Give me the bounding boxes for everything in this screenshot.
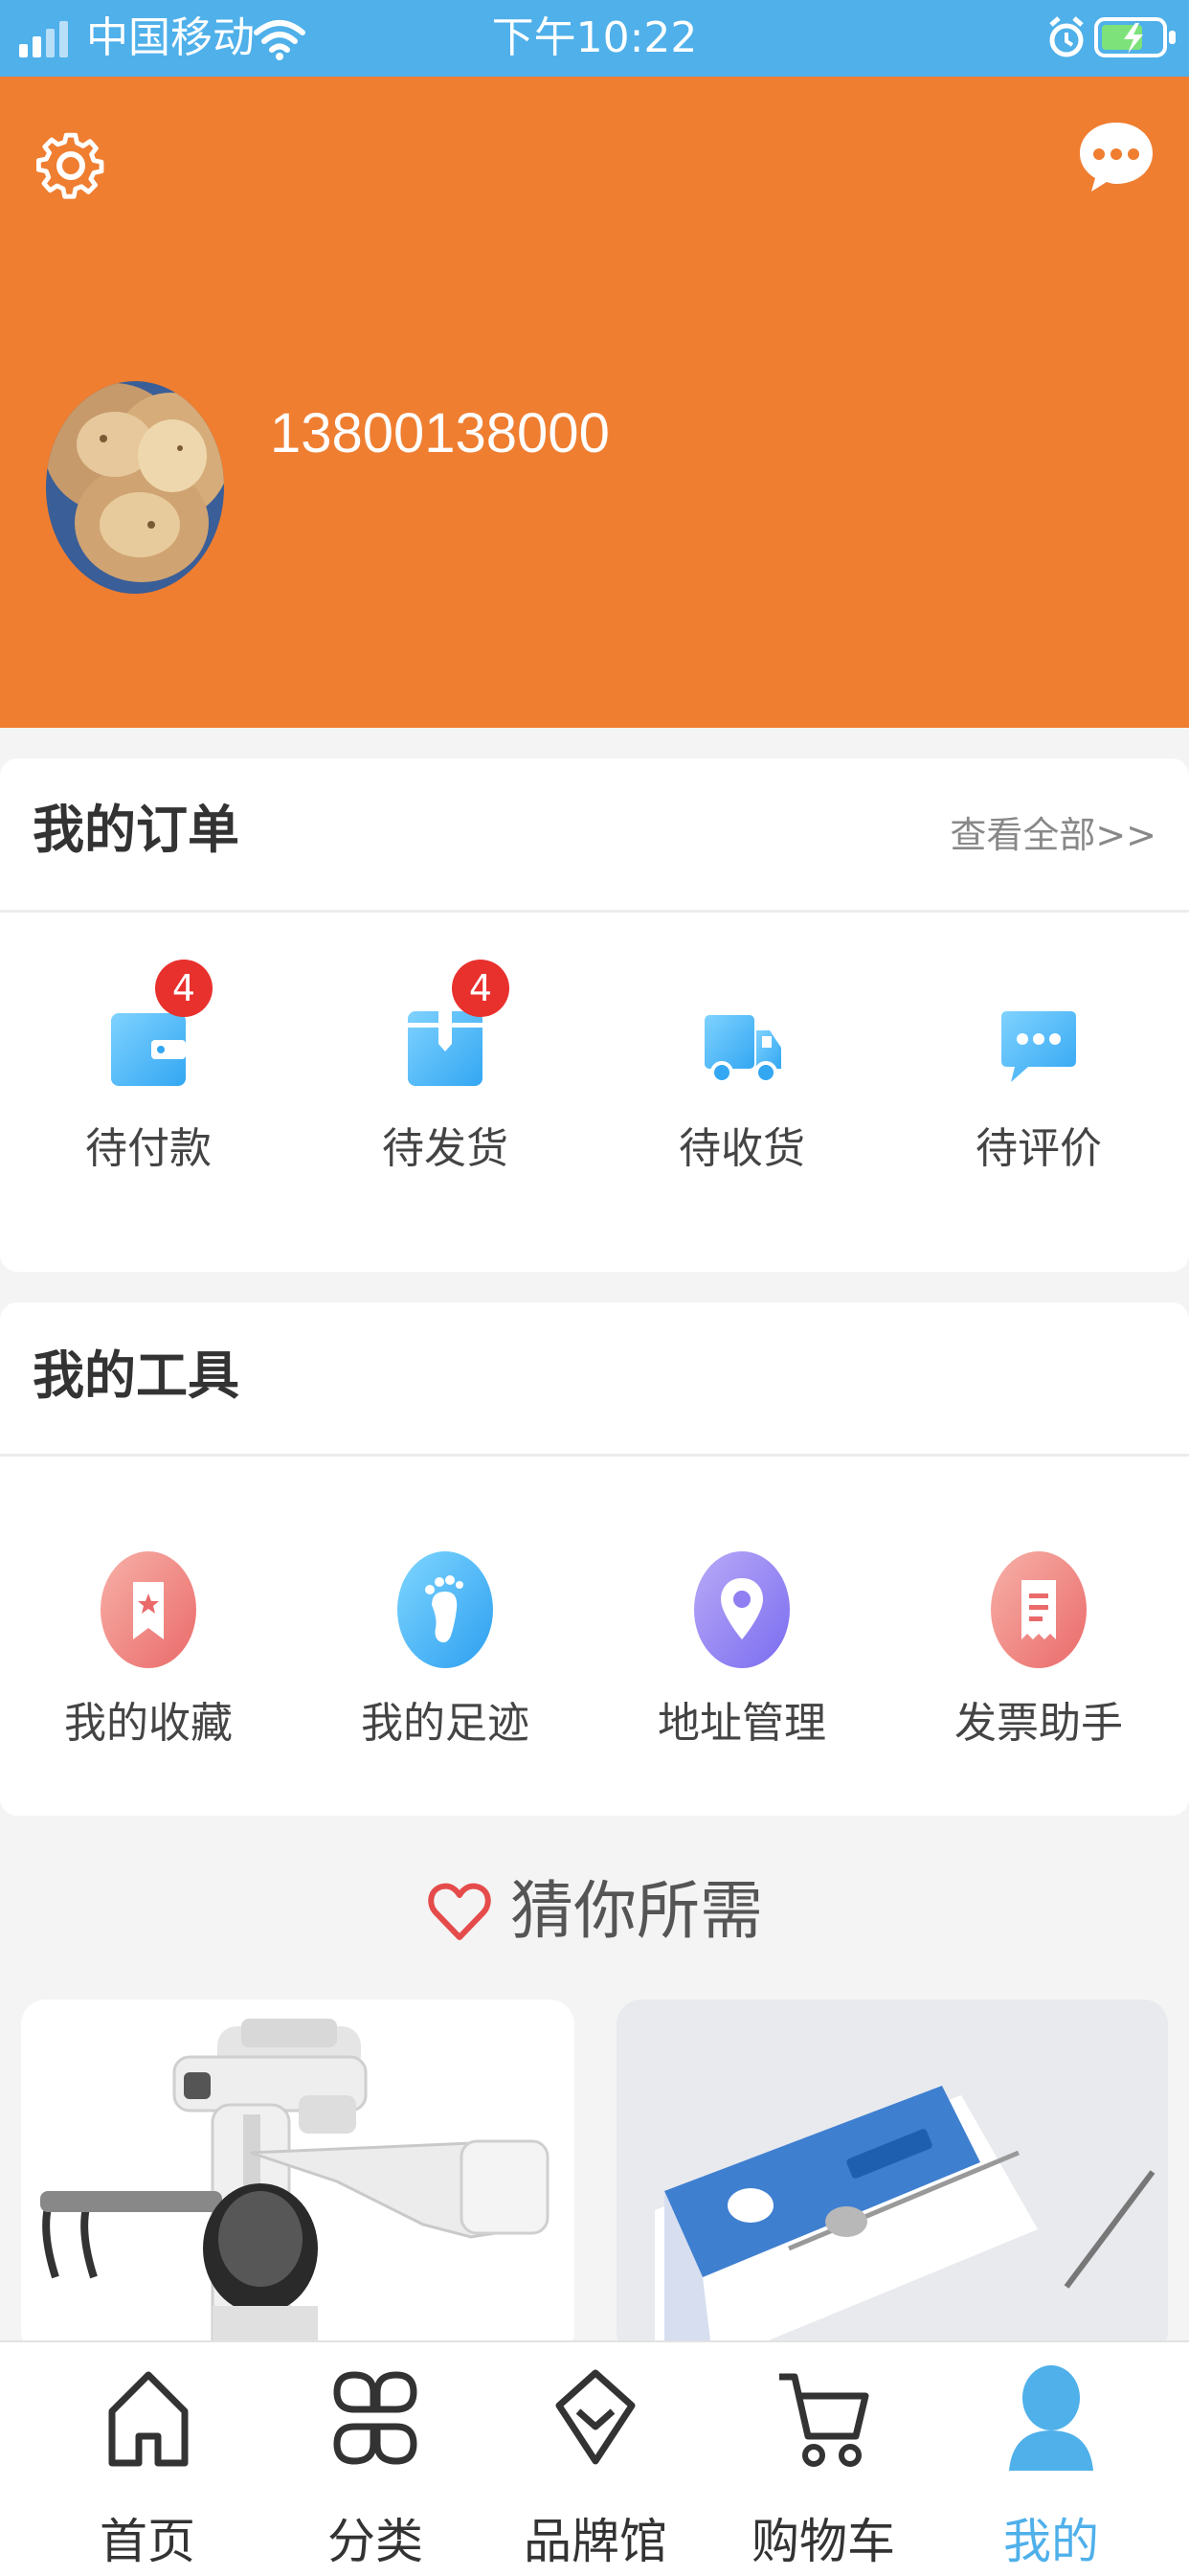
tab-bar: 首页 分类 品牌馆 购物车 我的 [0, 2340, 1189, 2576]
order-pending-review[interactable]: 待评价 [890, 912, 1187, 1272]
recommend-title: 猜你所需 [510, 1873, 763, 1948]
badge-count: 4 [155, 960, 213, 1017]
user-phone: 13800138000 [270, 402, 610, 464]
avatar-image [46, 381, 224, 594]
battery-icon [1094, 17, 1176, 57]
tool-address[interactable]: 地址管理 [594, 1456, 890, 1816]
tools-card: 我的工具 我的收藏 我的足迹 地址管理 发票助手 [0, 1302, 1189, 1816]
order-label: 待收货 [679, 1124, 805, 1173]
home-icon [108, 2371, 189, 2467]
category-icon [333, 2371, 417, 2465]
comment-icon [1001, 1011, 1076, 1082]
cart-icon [779, 2373, 869, 2467]
product-image [40, 2019, 550, 2356]
tab-label: 品牌馆 [524, 2514, 667, 2569]
badge-count: 4 [452, 960, 509, 1017]
tool-label: 我的足迹 [361, 1699, 529, 1748]
status-time: 下午10:22 [491, 13, 698, 62]
tab-category[interactable]: 分类 [260, 2342, 490, 2576]
footprint-icon [397, 1551, 493, 1668]
brand-icon [555, 2369, 636, 2465]
tab-brand[interactable]: 品牌馆 [481, 2342, 710, 2576]
status-bar: 中国移动 下午10:22 [0, 0, 1189, 77]
orders-card: 我的订单 查看全部>> 4 待付款 4 待发货 待收货 待评价 [0, 758, 1189, 1272]
order-pending-payment[interactable]: 4 待付款 [0, 912, 297, 1272]
bookmark-star-icon [101, 1551, 196, 1668]
tool-invoice[interactable]: 发票助手 [890, 1456, 1187, 1816]
message-icon[interactable] [1076, 119, 1156, 195]
tab-home[interactable]: 首页 [33, 2342, 262, 2576]
recommend-heading: 猜你所需 [0, 1865, 1189, 1954]
tool-label: 地址管理 [658, 1699, 826, 1748]
tab-label: 我的 [1003, 2514, 1099, 2569]
order-label: 待付款 [85, 1124, 212, 1173]
order-pending-receipt[interactable]: 待收货 [594, 912, 890, 1272]
order-label: 待发货 [382, 1124, 508, 1173]
order-pending-shipment[interactable]: 4 待发货 [297, 912, 594, 1272]
orders-title: 我的订单 [33, 800, 239, 860]
settings-gear-icon[interactable] [33, 115, 109, 211]
avatar[interactable] [46, 381, 224, 594]
tab-label: 购物车 [752, 2514, 895, 2569]
location-pin-icon [694, 1551, 790, 1668]
tool-footprints[interactable]: 我的足迹 [297, 1456, 594, 1816]
tab-label: 分类 [327, 2514, 423, 2569]
wallet-icon [111, 1013, 186, 1086]
product-card[interactable] [617, 2000, 1168, 2356]
user-icon [1009, 2365, 1093, 2471]
tools-title: 我的工具 [33, 1345, 239, 1406]
order-label: 待评价 [976, 1124, 1102, 1173]
tool-label: 发票助手 [954, 1699, 1123, 1748]
package-icon [408, 1011, 482, 1086]
product-image [617, 2000, 1168, 2356]
tool-label: 我的收藏 [64, 1699, 233, 1748]
tab-cart[interactable]: 购物车 [708, 2342, 938, 2576]
receipt-icon [991, 1551, 1087, 1668]
alarm-icon [1049, 16, 1084, 57]
tab-label: 首页 [100, 2514, 195, 2569]
truck-icon [705, 1015, 781, 1084]
heart-icon [428, 1883, 491, 1940]
view-all-orders-link[interactable]: 查看全部>> [950, 812, 1156, 858]
product-card[interactable] [21, 2000, 574, 2356]
tool-favorites[interactable]: 我的收藏 [0, 1456, 297, 1816]
tab-mine[interactable]: 我的 [936, 2342, 1166, 2576]
